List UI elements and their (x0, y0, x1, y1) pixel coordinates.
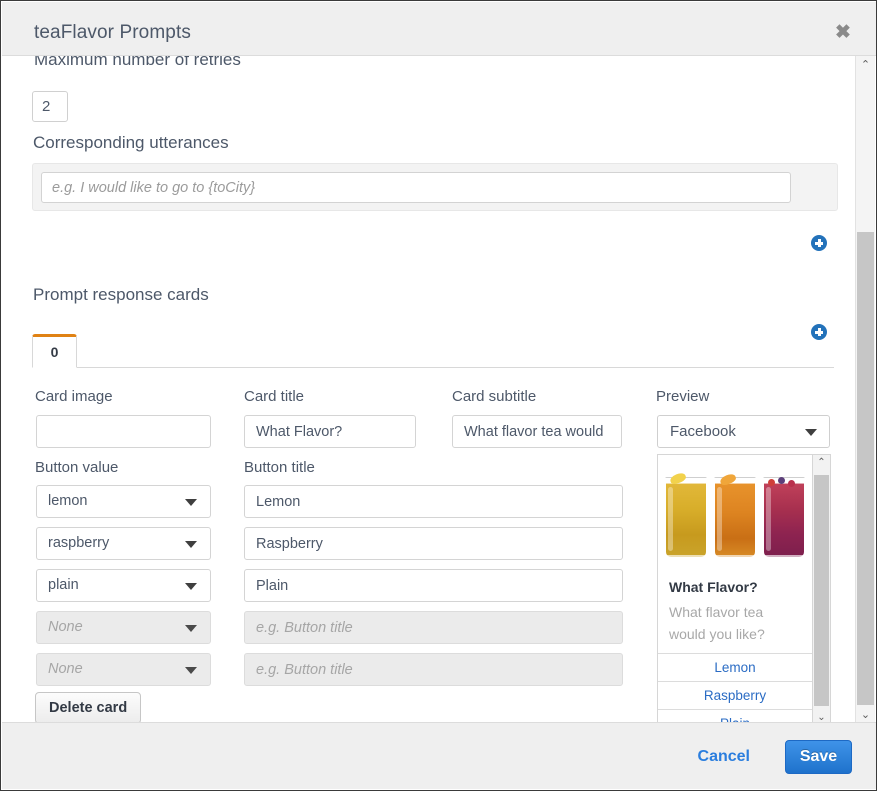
preview-scroll-thumb[interactable] (814, 475, 829, 706)
card-image-label: Card image (35, 388, 113, 405)
close-icon[interactable]: ✖ (833, 24, 853, 44)
button-value-select-4[interactable]: None (36, 653, 211, 686)
button-value-label: Button value (35, 459, 118, 476)
modal-scrollbar[interactable]: ⌃ ⌄ (855, 56, 875, 724)
button-title-label: Button title (244, 459, 315, 476)
utterances-container (32, 163, 838, 211)
card-subtitle-label: Card subtitle (452, 388, 536, 405)
chevron-down-icon (805, 429, 817, 436)
button-title-input-4[interactable] (244, 653, 623, 686)
max-retries-label: Maximum number of retries (34, 56, 241, 70)
preview-button-0[interactable]: Lemon (658, 653, 812, 681)
save-button[interactable]: Save (785, 740, 852, 774)
modal-header: teaFlavor Prompts ✖ (2, 2, 876, 56)
button-value-select-2-text: plain (48, 577, 79, 593)
modal-dialog: teaFlavor Prompts ✖ Maximum number of re… (0, 0, 877, 791)
add-utterance-icon[interactable] (811, 235, 827, 251)
tab-card-0-label: 0 (33, 344, 76, 360)
scroll-up-icon[interactable]: ⌃ (856, 56, 875, 74)
iced-tea-glass-berry (763, 477, 805, 561)
preview-platform-select[interactable]: Facebook (657, 415, 830, 448)
button-value-select-0[interactable]: lemon (36, 485, 211, 518)
modal-body-scroll-area: Maximum number of retries Corresponding … (2, 56, 876, 724)
scroll-thumb[interactable] (857, 232, 874, 705)
button-title-input-0[interactable] (244, 485, 623, 518)
card-title-label: Card title (244, 388, 304, 405)
button-value-select-1[interactable]: raspberry (36, 527, 211, 560)
iced-tea-glass-lemon (665, 477, 707, 561)
prompt-response-cards-heading: Prompt response cards (33, 285, 209, 305)
cancel-button[interactable]: Cancel (694, 742, 754, 772)
button-value-select-0-text: lemon (48, 493, 88, 509)
iced-tea-glass-amber (714, 477, 756, 561)
tab-card-0[interactable]: 0 (32, 334, 77, 368)
modal-footer: Cancel Save (2, 722, 876, 789)
preview-card-image (658, 455, 812, 569)
button-title-input-2[interactable] (244, 569, 623, 602)
preview-card-title: What Flavor? (669, 579, 758, 595)
utterance-input[interactable] (41, 172, 791, 203)
preview-card-buttons: Lemon Raspberry Plain (658, 653, 812, 724)
chevron-down-icon (185, 625, 197, 632)
preview-label: Preview (656, 388, 709, 405)
delete-card-button[interactable]: Delete card (35, 692, 141, 724)
button-value-select-1-text: raspberry (48, 535, 109, 551)
preview-card: What Flavor? What flavor tea would you l… (657, 454, 813, 724)
card-subtitle-input[interactable] (452, 415, 622, 448)
button-title-input-3[interactable] (244, 611, 623, 644)
preview-card-subtitle: What flavor tea would you like? (669, 601, 801, 645)
chevron-down-icon (185, 583, 197, 590)
button-value-select-3-text: None (48, 619, 83, 635)
chevron-down-icon (185, 541, 197, 548)
button-value-select-2[interactable]: plain (36, 569, 211, 602)
chevron-down-icon (185, 499, 197, 506)
modal-body-content: Maximum number of retries Corresponding … (2, 56, 856, 724)
berry-icon (778, 477, 785, 484)
card-image-input[interactable] (36, 415, 211, 448)
chevron-down-icon (185, 667, 197, 674)
preview-button-1[interactable]: Raspberry (658, 681, 812, 709)
card-tab-strip: 0 (32, 334, 834, 368)
card-title-input[interactable] (244, 415, 416, 448)
page-title: teaFlavor Prompts (34, 22, 191, 44)
preview-platform-value: Facebook (670, 423, 736, 440)
button-value-select-3[interactable]: None (36, 611, 211, 644)
corresponding-utterances-label: Corresponding utterances (33, 133, 229, 153)
preview-scrollbar[interactable]: ⌃ ⌄ (813, 454, 831, 724)
berry-icon (788, 480, 795, 487)
berry-icon (768, 479, 775, 486)
button-value-select-4-text: None (48, 661, 83, 677)
button-title-input-1[interactable] (244, 527, 623, 560)
preview-scroll-up-icon[interactable]: ⌃ (813, 455, 830, 471)
max-retries-input[interactable] (32, 91, 68, 122)
